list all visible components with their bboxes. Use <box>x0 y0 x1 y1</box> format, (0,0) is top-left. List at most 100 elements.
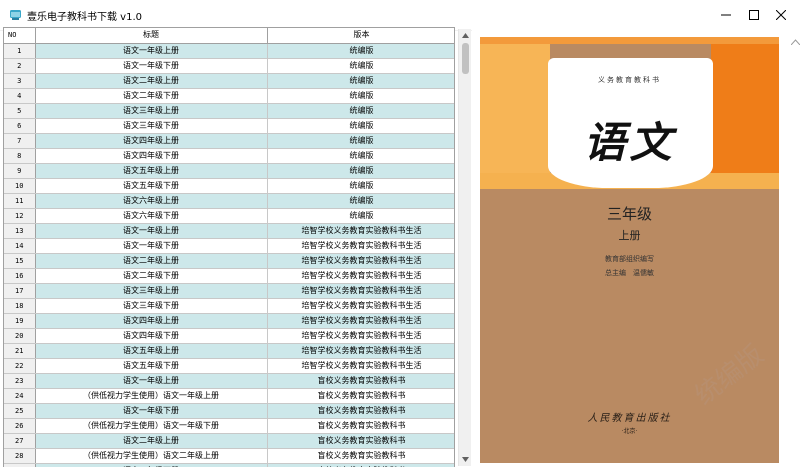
close-button[interactable] <box>758 0 804 30</box>
title-cell[interactable]: 语文四年级下册 <box>35 148 268 164</box>
scroll-down-button[interactable] <box>459 453 472 466</box>
version-cell[interactable]: 统编版 <box>267 73 454 89</box>
row-number-cell[interactable]: 24 <box>4 388 36 404</box>
row-number-cell[interactable]: 19 <box>4 313 36 329</box>
title-cell[interactable]: 语文二年级上册 <box>35 253 268 269</box>
table-row[interactable]: 2 语文一年级下册 统编版 <box>4 58 454 74</box>
row-number-cell[interactable]: 8 <box>4 148 36 164</box>
row-number-cell[interactable]: 27 <box>4 433 36 449</box>
row-number-cell[interactable]: 10 <box>4 178 36 194</box>
version-cell[interactable]: 盲校义务教育实验教科书 <box>267 418 454 434</box>
table-row[interactable]: 28 （供低视力学生使用）语文二年级上册 盲校义务教育实验教科书 <box>4 448 454 464</box>
version-cell[interactable]: 培智学校义务教育实验教科书生活 <box>267 343 454 359</box>
row-number-cell[interactable]: 2 <box>4 58 36 74</box>
table-row[interactable]: 18 语文三年级下册 培智学校义务教育实验教科书生活 <box>4 298 454 314</box>
row-number-cell[interactable]: 23 <box>4 373 36 389</box>
row-number-cell[interactable]: 12 <box>4 208 36 224</box>
row-number-cell[interactable]: 6 <box>4 118 36 134</box>
table-row[interactable]: 26 （供低视力学生使用）语文一年级下册 盲校义务教育实验教科书 <box>4 418 454 434</box>
table-row[interactable]: 17 语文三年级上册 培智学校义务教育实验教科书生活 <box>4 283 454 299</box>
title-cell[interactable]: 语文五年级下册 <box>35 178 268 194</box>
table-row[interactable]: 24 （供低视力学生使用）语文一年级上册 盲校义务教育实验教科书 <box>4 388 454 404</box>
table-row[interactable]: 27 语文二年级上册 盲校义务教育实验教科书 <box>4 433 454 449</box>
title-cell[interactable]: 语文五年级上册 <box>35 343 268 359</box>
table-row[interactable]: 5 语文三年级上册 统编版 <box>4 103 454 119</box>
table-row[interactable]: 21 语文五年级上册 培智学校义务教育实验教科书生活 <box>4 343 454 359</box>
version-cell[interactable]: 培智学校义务教育实验教科书生活 <box>267 283 454 299</box>
row-number-cell[interactable]: 13 <box>4 223 36 239</box>
table-row[interactable]: 14 语文一年级下册 培智学校义务教育实验教科书生活 <box>4 238 454 254</box>
row-number-cell[interactable]: 9 <box>4 163 36 179</box>
version-cell[interactable]: 培智学校义务教育实验教科书生活 <box>267 358 454 374</box>
table-row[interactable]: 23 语文一年级上册 盲校义务教育实验教科书 <box>4 373 454 389</box>
version-cell[interactable]: 统编版 <box>267 58 454 74</box>
table-scrollbar[interactable] <box>458 29 471 466</box>
title-cell[interactable]: 语文四年级上册 <box>35 133 268 149</box>
version-cell[interactable]: 盲校义务教育实验教科书 <box>267 388 454 404</box>
title-cell[interactable]: （供低视力学生使用）语文一年级上册 <box>35 388 268 404</box>
title-cell[interactable]: 语文三年级下册 <box>35 118 268 134</box>
version-cell[interactable]: 培智学校义务教育实验教科书生活 <box>267 268 454 284</box>
row-number-cell[interactable]: 1 <box>4 43 36 59</box>
version-cell[interactable]: 培智学校义务教育实验教科书生活 <box>267 313 454 329</box>
version-cell[interactable]: 培智学校义务教育实验教科书生活 <box>267 223 454 239</box>
table-row[interactable]: 20 语文四年级下册 培智学校义务教育实验教科书生活 <box>4 328 454 344</box>
table-row[interactable]: 3 语文二年级上册 统编版 <box>4 73 454 89</box>
title-cell[interactable]: 语文二年级下册 <box>35 463 268 467</box>
column-header-no[interactable]: NO <box>4 28 36 44</box>
title-cell[interactable]: 语文二年级下册 <box>35 88 268 104</box>
version-cell[interactable]: 统编版 <box>267 193 454 209</box>
version-cell[interactable]: 统编版 <box>267 208 454 224</box>
row-number-cell[interactable]: 29 <box>4 463 36 467</box>
row-number-cell[interactable]: 20 <box>4 328 36 344</box>
title-cell[interactable]: 语文二年级下册 <box>35 268 268 284</box>
title-cell[interactable]: 语文一年级上册 <box>35 223 268 239</box>
table-row[interactable]: 13 语文一年级上册 培智学校义务教育实验教科书生活 <box>4 223 454 239</box>
table-row[interactable]: 4 语文二年级下册 统编版 <box>4 88 454 104</box>
version-cell[interactable]: 培智学校义务教育实验教科书生活 <box>267 238 454 254</box>
version-cell[interactable]: 统编版 <box>267 43 454 59</box>
title-cell[interactable]: 语文五年级下册 <box>35 358 268 374</box>
row-number-cell[interactable]: 21 <box>4 343 36 359</box>
version-cell[interactable]: 盲校义务教育实验教科书 <box>267 448 454 464</box>
row-number-cell[interactable]: 7 <box>4 133 36 149</box>
title-cell[interactable]: 语文一年级下册 <box>35 58 268 74</box>
table-row[interactable]: 11 语文六年级上册 统编版 <box>4 193 454 209</box>
title-cell[interactable]: 语文三年级上册 <box>35 283 268 299</box>
version-cell[interactable]: 统编版 <box>267 103 454 119</box>
row-number-cell[interactable]: 17 <box>4 283 36 299</box>
row-number-cell[interactable]: 11 <box>4 193 36 209</box>
table-row[interactable]: 15 语文二年级上册 培智学校义务教育实验教科书生活 <box>4 253 454 269</box>
scroll-thumb[interactable] <box>462 43 469 74</box>
version-cell[interactable]: 培智学校义务教育实验教科书生活 <box>267 328 454 344</box>
title-cell[interactable]: 语文一年级下册 <box>35 403 268 419</box>
title-cell[interactable]: 语文五年级上册 <box>35 163 268 179</box>
title-cell[interactable]: 语文六年级上册 <box>35 193 268 209</box>
title-cell[interactable]: 语文四年级上册 <box>35 313 268 329</box>
table-row[interactable]: 1 语文一年级上册 统编版 <box>4 43 454 59</box>
column-header-version[interactable]: 版本 <box>267 28 454 44</box>
title-cell[interactable]: 语文三年级上册 <box>35 103 268 119</box>
version-cell[interactable]: 盲校义务教育实验教科书 <box>267 463 454 467</box>
title-cell[interactable]: 语文一年级上册 <box>35 373 268 389</box>
table-row[interactable]: 22 语文五年级下册 培智学校义务教育实验教科书生活 <box>4 358 454 374</box>
row-number-cell[interactable]: 26 <box>4 418 36 434</box>
row-number-cell[interactable]: 22 <box>4 358 36 374</box>
row-number-cell[interactable]: 14 <box>4 238 36 254</box>
version-cell[interactable]: 统编版 <box>267 148 454 164</box>
preview-scroll-up-icon[interactable] <box>790 38 801 47</box>
version-cell[interactable]: 盲校义务教育实验教科书 <box>267 373 454 389</box>
table-row[interactable]: 7 语文四年级上册 统编版 <box>4 133 454 149</box>
title-cell[interactable]: 语文一年级下册 <box>35 238 268 254</box>
table-row[interactable]: 9 语文五年级上册 统编版 <box>4 163 454 179</box>
version-cell[interactable]: 统编版 <box>267 88 454 104</box>
row-number-cell[interactable]: 18 <box>4 298 36 314</box>
table-row[interactable]: 16 语文二年级下册 培智学校义务教育实验教科书生活 <box>4 268 454 284</box>
table-row[interactable]: 10 语文五年级下册 统编版 <box>4 178 454 194</box>
row-number-cell[interactable]: 3 <box>4 73 36 89</box>
title-cell[interactable]: 语文一年级上册 <box>35 43 268 59</box>
row-number-cell[interactable]: 16 <box>4 268 36 284</box>
title-cell[interactable]: （供低视力学生使用）语文一年级下册 <box>35 418 268 434</box>
table-row[interactable]: 19 语文四年级上册 培智学校义务教育实验教科书生活 <box>4 313 454 329</box>
table-row[interactable]: 25 语文一年级下册 盲校义务教育实验教科书 <box>4 403 454 419</box>
